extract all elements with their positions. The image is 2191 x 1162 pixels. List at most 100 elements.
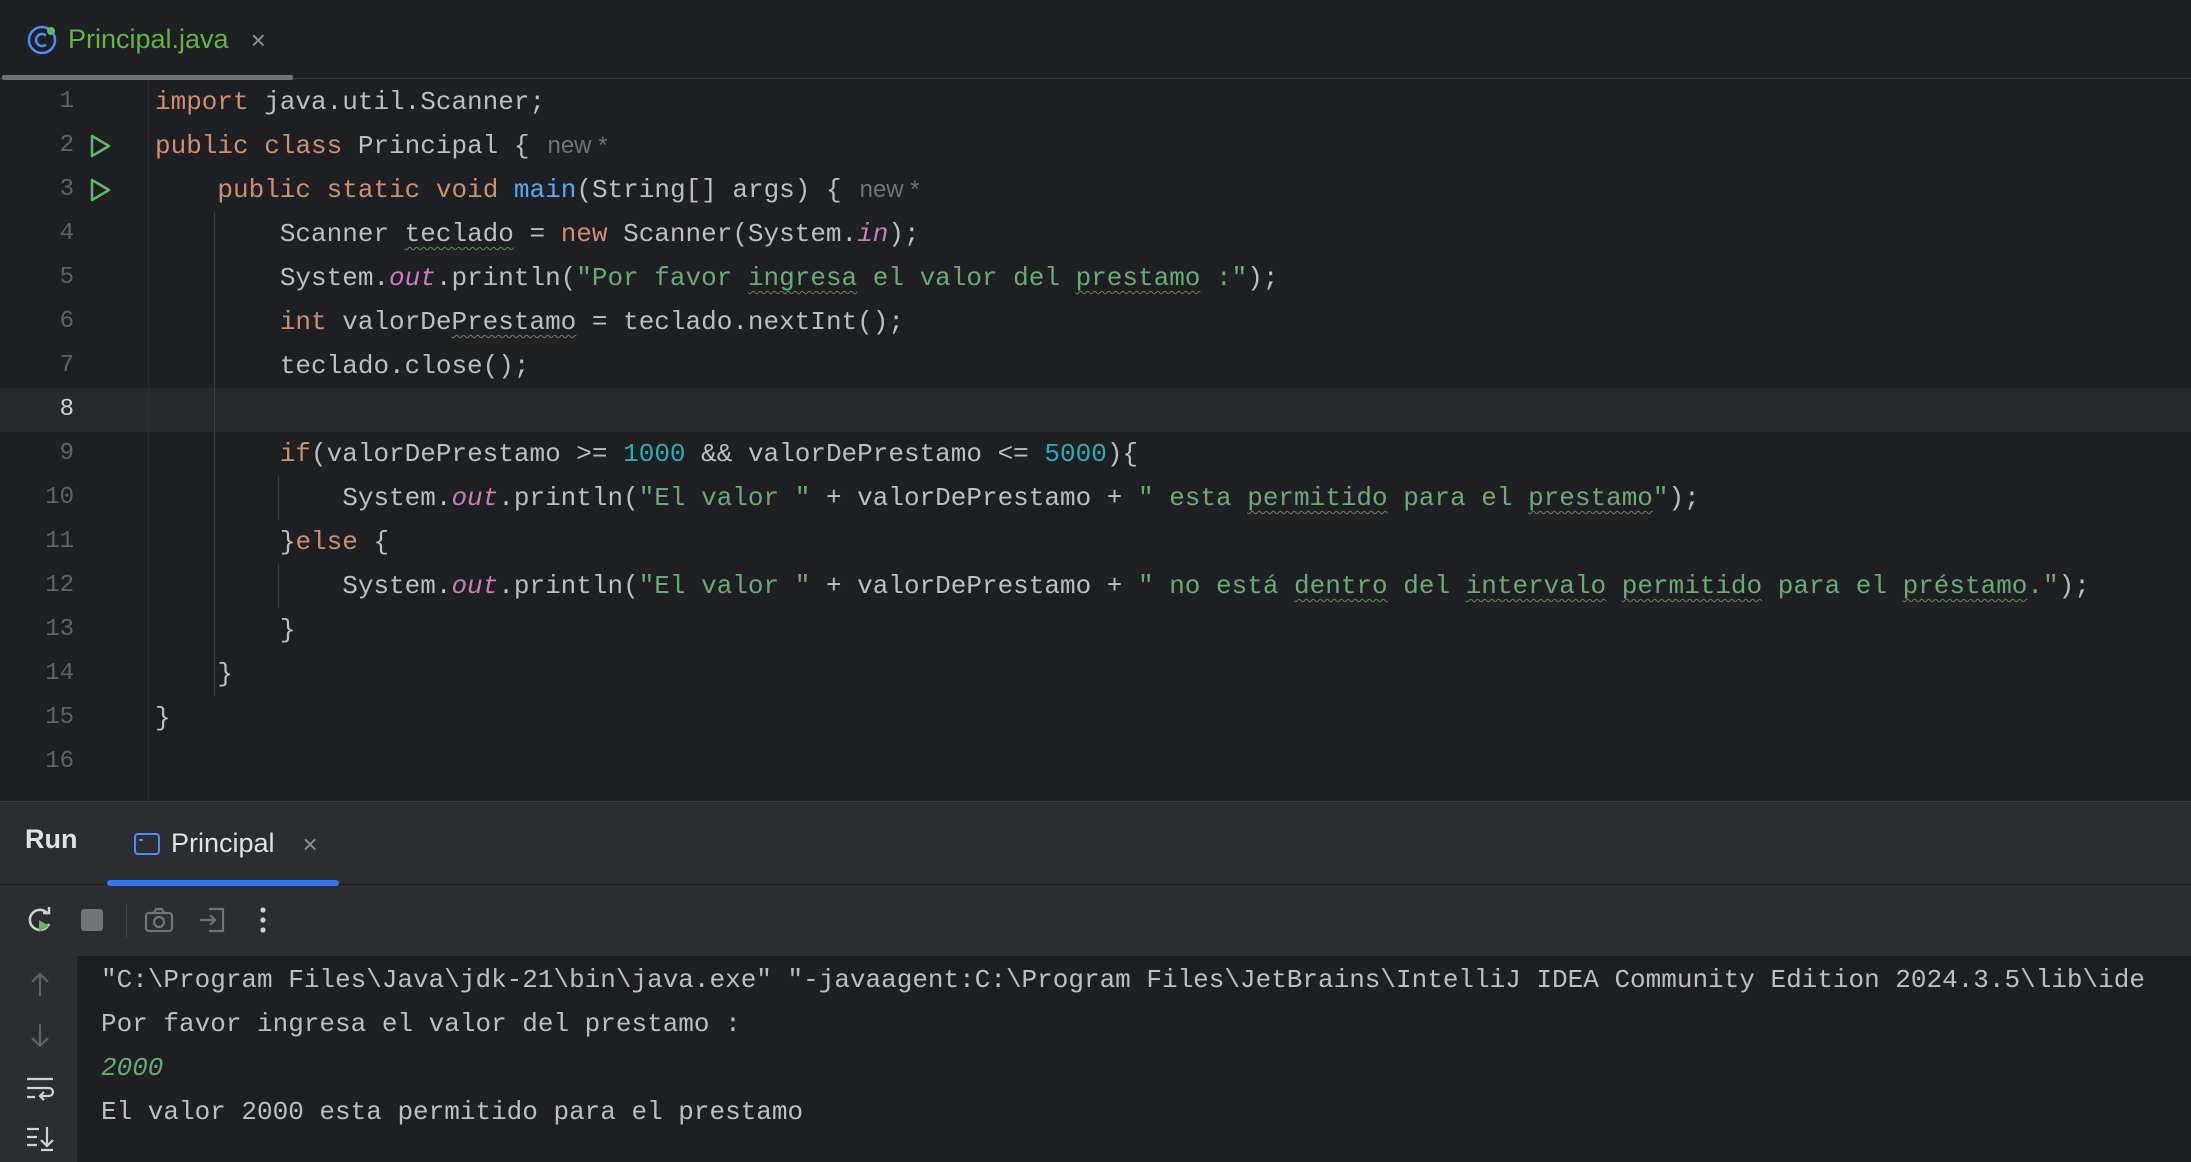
- run-class-icon[interactable]: [86, 132, 114, 160]
- code-token: ){: [1106, 439, 1139, 469]
- scroll-to-end-icon[interactable]: [22, 1120, 58, 1156]
- code-token: );: [1668, 483, 1700, 513]
- code-token: .println(: [498, 483, 639, 513]
- code-token: System.: [342, 483, 452, 513]
- code-line-3: public static void main(String[] args) {…: [155, 168, 920, 212]
- code-token: int: [279, 307, 327, 337]
- code-token: permitido: [1247, 483, 1388, 513]
- line-number: 13: [45, 616, 74, 643]
- code-token: java.util.Scanner;: [248, 87, 546, 117]
- more-icon[interactable]: [245, 902, 281, 938]
- code-line-1: import java.util.Scanner;: [155, 80, 545, 124]
- code-token: import: [155, 87, 249, 117]
- code-token: .": [2027, 571, 2059, 601]
- code-token: Prestamo: [451, 307, 577, 337]
- code-text-area[interactable]: import java.util.Scanner; public class P…: [148, 80, 2191, 801]
- code-token: = teclado.nextInt();: [576, 307, 904, 337]
- gutter-line: 4: [0, 212, 148, 256]
- gutter-line: 3: [0, 168, 148, 212]
- code-token: .println(: [498, 571, 639, 601]
- down-arrow-icon[interactable]: [22, 1018, 58, 1054]
- code-line-11: }else {: [155, 520, 389, 564]
- gutter-line: 15: [0, 696, 148, 740]
- run-tab-principal[interactable]: Principal ×: [107, 802, 339, 886]
- line-number: 6: [59, 308, 74, 335]
- code-token: void: [435, 175, 499, 205]
- code-token: préstamo: [1902, 571, 2028, 601]
- code-token: Scanner: [279, 219, 405, 249]
- code-token: }: [217, 659, 234, 689]
- rerun-icon[interactable]: [22, 902, 58, 938]
- code-token: main: [513, 175, 577, 205]
- code-token: del: [1387, 571, 1466, 601]
- gutter-line: 10: [0, 476, 148, 520]
- run-header: Run Principal ×: [0, 802, 2191, 886]
- code-line-9: if(valorDePrestamo >= 1000 && valorDePre…: [155, 432, 1138, 476]
- gutter-line: 16: [0, 740, 148, 784]
- code-token: " no está: [1138, 571, 1295, 601]
- code-token: System.: [279, 263, 390, 293]
- console-line-prompt: Por favor ingresa el valor del prestamo …: [101, 1009, 741, 1039]
- console-line-result: El valor 2000 esta permitido para el pre…: [101, 1097, 804, 1127]
- code-token: :": [1200, 263, 1248, 293]
- code-line-7: teclado.close();: [155, 344, 530, 388]
- code-token: dentro: [1294, 571, 1388, 601]
- code-token: }: [279, 615, 296, 645]
- code-token: public: [155, 131, 249, 161]
- line-number: 1: [59, 88, 74, 115]
- line-number: 14: [45, 660, 74, 687]
- gutter-line: 12: [0, 564, 148, 608]
- code-editor[interactable]: 1 2 3 4 5 6 7 8 9 10 11 12 13 14 15 16 i…: [0, 80, 2191, 801]
- code-token: para el: [1387, 483, 1529, 513]
- code-line-12: System.out.println("El valor " + valorDe…: [155, 564, 2090, 608]
- stop-icon[interactable]: [74, 902, 110, 938]
- code-token: class: [264, 131, 343, 161]
- code-token: (String[] args) {: [576, 175, 842, 205]
- code-token: valorDe: [326, 307, 452, 337]
- code-token: prestamo: [1075, 263, 1201, 293]
- code-token: public: [217, 175, 312, 205]
- editor-tab-principal-java[interactable]: Principal.java ×: [0, 0, 293, 80]
- console-output[interactable]: "C:\Program Files\Java\jdk-21\bin\java.e…: [78, 956, 2191, 1162]
- code-token: "El valor ": [638, 483, 811, 513]
- camera-icon[interactable]: [141, 902, 177, 938]
- soft-wrap-icon[interactable]: [22, 1070, 58, 1106]
- run-main-icon[interactable]: [86, 176, 114, 204]
- up-arrow-icon[interactable]: [22, 966, 58, 1002]
- line-number: 5: [59, 264, 74, 291]
- code-token: }: [155, 703, 171, 733]
- code-token: );: [2058, 571, 2090, 601]
- exit-icon[interactable]: [194, 902, 230, 938]
- gutter-line: 1: [0, 80, 148, 124]
- gutter-line: 9: [0, 432, 148, 476]
- code-token: 5000: [1044, 439, 1107, 469]
- console-line-user-input: 2000: [101, 1053, 164, 1083]
- close-run-tab-icon[interactable]: ×: [303, 831, 318, 857]
- code-line-2: public class Principal {new *: [155, 124, 608, 168]
- line-number: 9: [59, 440, 74, 467]
- line-number: 15: [45, 704, 74, 731]
- run-toolbar: [0, 886, 2191, 956]
- code-token: teclado.close();: [279, 351, 530, 381]
- run-tool-window: Run Principal × "C:\Program Files\Java\j…: [0, 801, 2191, 1162]
- run-panel-title: Run: [25, 824, 78, 854]
- code-line-13: }: [155, 608, 296, 652]
- gutter-line: 13: [0, 608, 148, 652]
- line-number: 11: [45, 528, 74, 555]
- code-token: else: [295, 527, 358, 557]
- inlay-hint[interactable]: new *: [547, 132, 607, 159]
- close-tab-icon[interactable]: ×: [251, 27, 266, 53]
- inlay-hint[interactable]: new *: [860, 176, 920, 203]
- code-token: && valorDePrestamo <=: [685, 439, 1045, 469]
- line-number-gutter: 1 2 3 4 5 6 7 8 9 10 11 12 13 14 15 16: [0, 80, 148, 801]
- editor-tab-bar: Principal.java ×: [0, 0, 2191, 80]
- code-token: ingresa: [747, 263, 858, 293]
- code-token: ": [1652, 483, 1669, 513]
- code-token: );: [888, 219, 920, 249]
- code-token: }: [279, 527, 296, 557]
- line-number: 10: [45, 484, 74, 511]
- code-token: teclado: [404, 219, 514, 249]
- code-token: prestamo: [1528, 483, 1653, 513]
- toolbar-separator: [126, 904, 127, 938]
